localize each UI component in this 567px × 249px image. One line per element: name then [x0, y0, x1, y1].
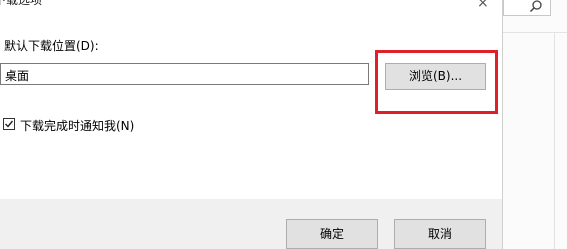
background-divider-vertical	[554, 32, 555, 249]
ok-button[interactable]: 确定	[286, 219, 378, 249]
download-options-dialog: 下载选项 × 默认下载位置(D): 桌面 浏览(B)... 下载完成时通知我(N…	[0, 0, 503, 249]
notify-checkbox[interactable]	[3, 118, 15, 130]
dialog-title: 下载选项	[0, 0, 43, 7]
close-icon[interactable]: ×	[477, 0, 489, 11]
background-app-area	[503, 0, 567, 249]
download-path-value: 桌面	[5, 69, 30, 83]
download-location-label: 默认下载位置(D):	[4, 39, 99, 53]
download-path-field[interactable]: 桌面	[0, 63, 369, 85]
notify-checkbox-label: 下载完成时通知我(N)	[20, 119, 135, 133]
checkmark-icon	[5, 120, 14, 128]
search-box[interactable]	[503, 0, 551, 16]
browse-button-highlight	[375, 50, 498, 114]
background-divider	[503, 32, 567, 33]
cancel-button[interactable]: 取消	[394, 219, 486, 249]
search-icon	[529, 0, 542, 13]
